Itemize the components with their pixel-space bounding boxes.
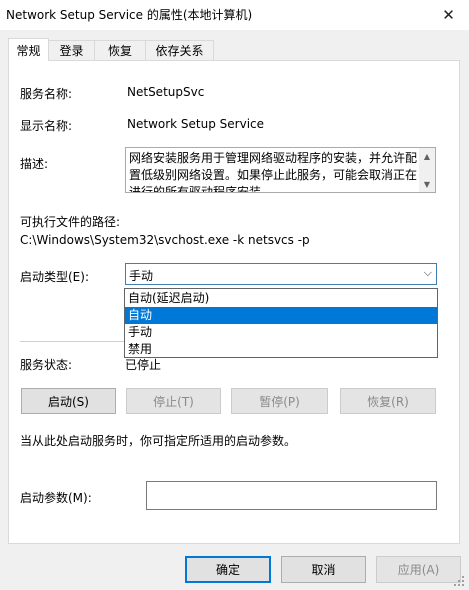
close-icon[interactable]: ✕ [428,0,469,30]
startup-type-label: 启动类型(E): [20,270,89,284]
tab-logon[interactable]: 登录 [48,40,95,60]
service-name-value: NetSetupSvc [127,85,205,99]
startup-option-auto[interactable]: 自动 [125,307,437,324]
startup-type-dropdown[interactable]: 自动(延迟启动) 自动 手动 禁用 [124,288,438,358]
startup-option-disabled[interactable]: 禁用 [125,341,437,358]
service-status-value: 已停止 [125,358,162,372]
title-bar: Network Setup Service 的属性(本地计算机) ✕ [0,0,469,30]
description-label: 描述: [20,157,49,171]
tab-dependencies[interactable]: 依存关系 [145,40,214,60]
resume-button[interactable]: 恢复(R) [340,388,436,414]
pause-button[interactable]: 暂停(P) [231,388,328,414]
description-scrollbar[interactable]: ▲ ▼ [419,148,435,192]
ok-button[interactable]: 确定 [185,556,271,583]
startup-option-manual[interactable]: 手动 [125,324,437,341]
scroll-up-icon[interactable]: ▲ [419,148,435,164]
apply-button[interactable]: 应用(A) [376,556,461,583]
start-button[interactable]: 启动(S) [21,388,116,414]
stop-button[interactable]: 停止(T) [126,388,221,414]
tab-recovery[interactable]: 恢复 [94,40,146,60]
description-box[interactable]: 网络安装服务用于管理网络驱动程序的安装，并允许配置低级别网络设置。如果停止此服务… [125,147,436,193]
display-name-label: 显示名称: [20,119,73,133]
start-params-hint: 当从此处启动服务时，你可指定所适用的启动参数。 [20,434,297,448]
tab-general[interactable]: 常规 [8,38,49,61]
startup-option-auto-delayed[interactable]: 自动(延迟启动) [125,290,437,307]
exe-path-value: C:\Windows\System32\svchost.exe -k netsv… [20,233,310,247]
exe-path-label: 可执行文件的路径: [20,215,121,229]
scroll-down-icon[interactable]: ▼ [419,176,435,192]
startup-type-value: 手动 [129,269,154,283]
window-title: Network Setup Service 的属性(本地计算机) [6,8,253,22]
start-params-input[interactable] [146,481,437,510]
resize-grip-icon[interactable] [452,574,466,588]
display-name-value: Network Setup Service [127,117,265,131]
description-text: 网络安装服务用于管理网络驱动程序的安装，并允许配置低级别网络设置。如果停止此服务… [129,151,418,193]
chevron-down-icon[interactable]: ⌵ [424,266,432,280]
cancel-button[interactable]: 取消 [281,556,366,583]
service-name-label: 服务名称: [20,87,73,101]
startup-type-select[interactable]: 手动 ⌵ [125,263,437,285]
service-status-label: 服务状态: [20,358,73,372]
start-params-label: 启动参数(M): [20,491,92,505]
